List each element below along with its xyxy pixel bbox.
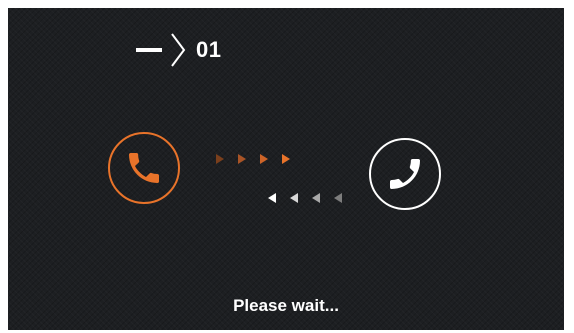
channel-number: 01 (196, 37, 222, 62)
triangle-left-icon (268, 193, 276, 203)
channel-header: 01 (136, 30, 221, 70)
incoming-arrows (268, 193, 356, 203)
status-message: Please wait... (233, 296, 339, 315)
phone-handset-icon (390, 159, 420, 189)
triangle-right-icon (260, 154, 268, 164)
triangle-left-icon (290, 193, 298, 203)
call-screen: 01 Please wait... (8, 8, 564, 330)
chevron-right-icon (171, 33, 186, 67)
caller-phone (108, 132, 180, 204)
screenshot-frame: 01 Please wait... (0, 0, 574, 333)
dash-icon (136, 48, 162, 52)
triangle-left-icon (334, 193, 342, 203)
outgoing-arrows (216, 154, 304, 164)
triangle-right-icon (216, 154, 224, 164)
callee-phone (369, 138, 441, 210)
phone-handset-icon (129, 153, 159, 183)
triangle-left-icon (312, 193, 320, 203)
triangle-right-icon (282, 154, 290, 164)
triangle-right-icon (238, 154, 246, 164)
